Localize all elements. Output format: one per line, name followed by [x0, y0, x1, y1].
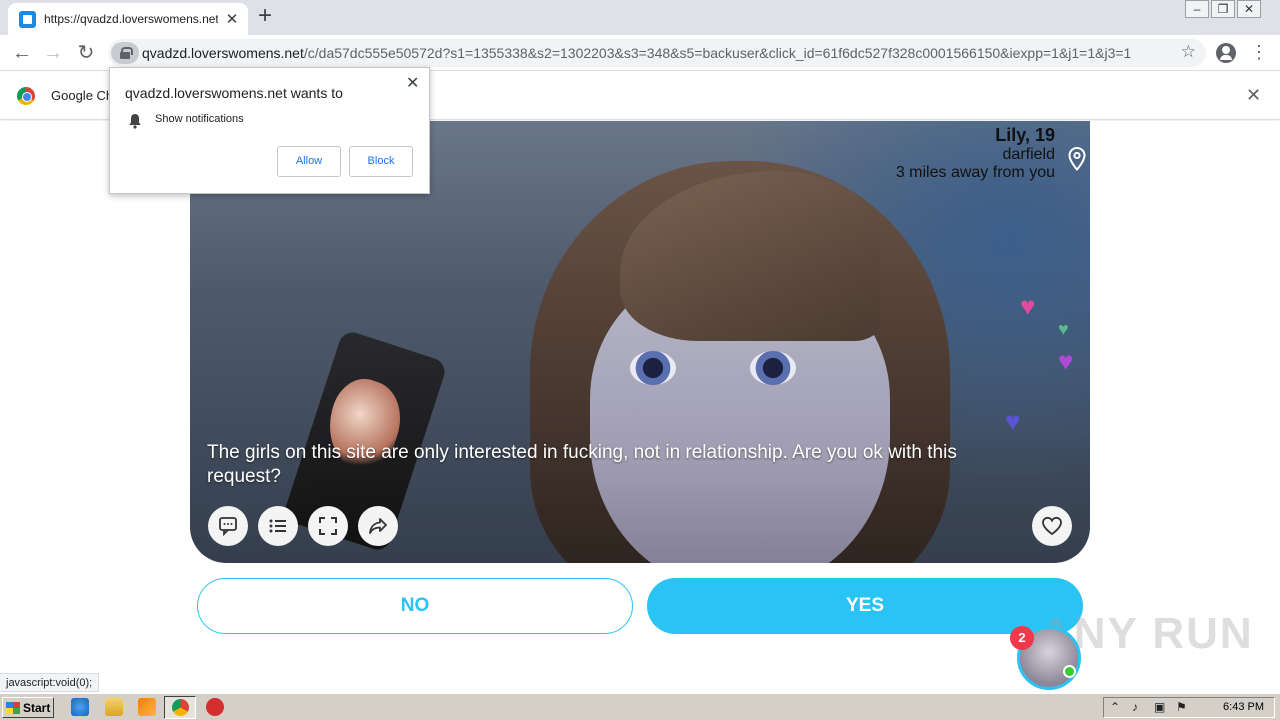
list-icon: [269, 519, 286, 533]
stop-icon[interactable]: [206, 698, 224, 716]
tray-expand-icon[interactable]: ⌃: [1110, 700, 1120, 714]
lock-icon[interactable]: [111, 42, 139, 64]
floating-heart-icon: ♥: [1020, 291, 1036, 321]
floating-heart-icon: ♥: [1058, 319, 1069, 339]
status-bar: javascript:void(0);: [0, 673, 100, 692]
window-controls: – ❐ ✕: [1183, 0, 1261, 20]
info-bar-text: Google Ch: [51, 88, 114, 103]
profile-info: Lily, 19 darfield 3 miles away from you: [896, 125, 1055, 182]
minimize-icon[interactable]: –: [1185, 0, 1209, 18]
page-content: ♥ ♥ ♥ ♥ Lily, 19 darfield 3 miles away f…: [0, 121, 1280, 691]
no-button[interactable]: NO: [197, 578, 633, 634]
taskbar-chrome-button[interactable]: [164, 696, 196, 719]
profile-name: Lily, 19: [995, 125, 1055, 145]
restore-icon[interactable]: ❐: [1211, 0, 1235, 18]
browser-toolbar: ← → ↻ qvadzd.loverswomens.net/c/da57dc55…: [0, 35, 1280, 71]
notification-badge: 2: [1010, 626, 1034, 650]
windows-taskbar: Start ⌃ ♪ ▣ ⚑ 6:43 PM: [0, 693, 1280, 720]
permission-close-icon[interactable]: ✕: [406, 73, 419, 93]
permission-title: qvadzd.loverswomens.net wants to: [125, 85, 343, 101]
fullscreen-icon: [319, 517, 337, 535]
permission-item: Show notifications: [155, 113, 244, 125]
notification-permission-popup: qvadzd.loverswomens.net wants to ✕ Show …: [109, 67, 430, 194]
location-pin-icon: [1068, 147, 1086, 171]
heart-icon: [1042, 516, 1062, 536]
action-center-flag-icon[interactable]: ⚑: [1176, 700, 1187, 714]
floating-heart-icon: ♥: [1005, 406, 1021, 436]
folder-icon[interactable]: [105, 698, 123, 716]
url-path: /c/da57dc555e50572d?s1=1355338&s2=130220…: [303, 45, 1132, 61]
start-button[interactable]: Start: [2, 697, 54, 718]
bell-icon: [129, 114, 141, 129]
floating-heart-icon: ♥: [1058, 346, 1074, 376]
like-button[interactable]: [1032, 506, 1072, 546]
photo-eye-right: [750, 351, 796, 385]
browser-tab[interactable]: https://qvadzd.loverswomens.net/c ✕: [8, 3, 248, 35]
share-button[interactable]: [358, 506, 398, 546]
new-tab-icon[interactable]: +: [258, 4, 272, 28]
forward-arrow-icon[interactable]: →: [40, 40, 66, 66]
reload-icon[interactable]: ↻: [73, 40, 99, 66]
share-arrow-icon: [369, 518, 387, 534]
profile-distance: 3 miles away from you: [895, 164, 1055, 181]
tab-strip: https://qvadzd.loverswomens.net/c ✕ + – …: [0, 0, 1280, 35]
block-button[interactable]: Block: [349, 146, 413, 177]
volume-icon[interactable]: ♪: [1132, 700, 1138, 714]
address-bar[interactable]: qvadzd.loverswomens.net/c/da57dc555e5057…: [108, 39, 1206, 67]
list-button[interactable]: [258, 506, 298, 546]
online-status-dot: [1063, 665, 1076, 678]
system-tray: ⌃ ♪ ▣ ⚑ 6:43 PM: [1103, 697, 1275, 718]
window-close-icon[interactable]: ✕: [1237, 0, 1261, 18]
start-label: Start: [23, 700, 51, 715]
ie-icon[interactable]: [71, 698, 89, 716]
profile-city: darfield: [1002, 146, 1055, 163]
info-bar-close-icon[interactable]: ✕: [1246, 85, 1261, 106]
tab-title: https://qvadzd.loverswomens.net/c: [44, 12, 218, 26]
message-icon: [219, 517, 237, 536]
question-text: The girls on this site are only interest…: [207, 442, 957, 487]
chrome-taskbar-icon: [172, 699, 189, 716]
allow-button[interactable]: Allow: [277, 146, 341, 177]
chat-button[interactable]: [208, 506, 248, 546]
url-text[interactable]: qvadzd.loverswomens.net/c/da57dc555e5057…: [142, 45, 1172, 61]
photo-eye-left: [630, 351, 676, 385]
back-arrow-icon[interactable]: ←: [9, 40, 35, 66]
account-icon[interactable]: [1216, 43, 1236, 63]
chrome-logo-icon: [17, 87, 35, 105]
windows-flag-icon: [6, 701, 20, 714]
kebab-menu-icon[interactable]: ⋮: [1250, 41, 1268, 63]
site-favicon-icon: [19, 10, 36, 28]
url-host: qvadzd.loverswomens.net: [142, 45, 304, 61]
network-icon[interactable]: ▣: [1154, 700, 1165, 714]
fullscreen-button[interactable]: [308, 506, 348, 546]
tab-close-icon[interactable]: ✕: [224, 10, 240, 28]
clock: 6:43 PM: [1223, 701, 1264, 713]
bookmark-star-icon[interactable]: ☆: [1181, 42, 1196, 62]
media-player-icon[interactable]: [138, 698, 156, 716]
